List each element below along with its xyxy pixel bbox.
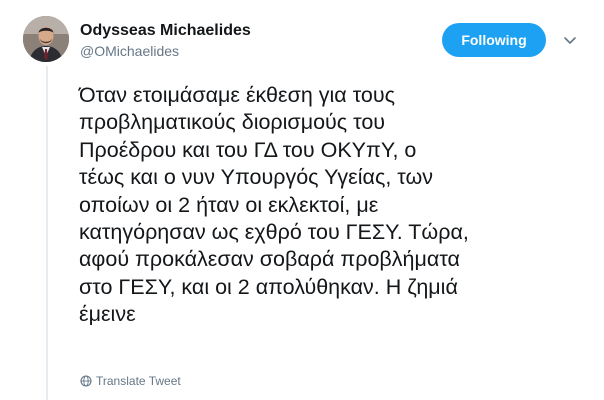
avatar-image [23, 16, 69, 62]
translate-tweet-link[interactable]: Translate Tweet [80, 374, 181, 388]
tweet-text-line: προβληματικούς διορισμούς του [79, 110, 386, 135]
tweet-text-line: έμεινε [79, 302, 136, 327]
following-button[interactable]: Following [442, 23, 546, 57]
globe-icon [80, 375, 92, 387]
tweet-text-line: οποίων οι 2 ήταν οι εκλεκτοί, με [79, 192, 379, 217]
tweet-text-line: κατηγόρησαν ως εχθρό του ΓΕΣΥ. Τώρα, [79, 220, 469, 245]
tweet-text-line: Προέδρου και του ΓΔ του ΟΚΥπΥ, ο [79, 137, 417, 162]
avatar[interactable] [23, 16, 69, 62]
tweet-text-line: αφού προκάλεσαν σοβαρά προβλήματα [79, 247, 460, 272]
thread-line [46, 66, 48, 400]
author-handle[interactable]: @OMichaelides [80, 43, 179, 59]
tweet-text-line: Όταν ετοιμάσαμε έκθεση για τους [79, 83, 395, 107]
chevron-down-icon[interactable] [562, 32, 578, 48]
author-name[interactable]: Odysseas Michaelides [80, 22, 251, 40]
tweet-text-line: στο ΓΕΣΥ, και οι 2 απολύθηκαν. Η ζημιά [79, 274, 458, 299]
tweet-text-line: τέως και ο νυν Υπουργός Υγείας, των [79, 165, 433, 190]
translate-tweet-label: Translate Tweet [96, 374, 181, 388]
tweet-card: Odysseas Michaelides @OMichaelides Follo… [0, 0, 604, 400]
tweet-text: Όταν ετοιμάσαμε έκθεση για τους προβλημα… [79, 82, 589, 329]
